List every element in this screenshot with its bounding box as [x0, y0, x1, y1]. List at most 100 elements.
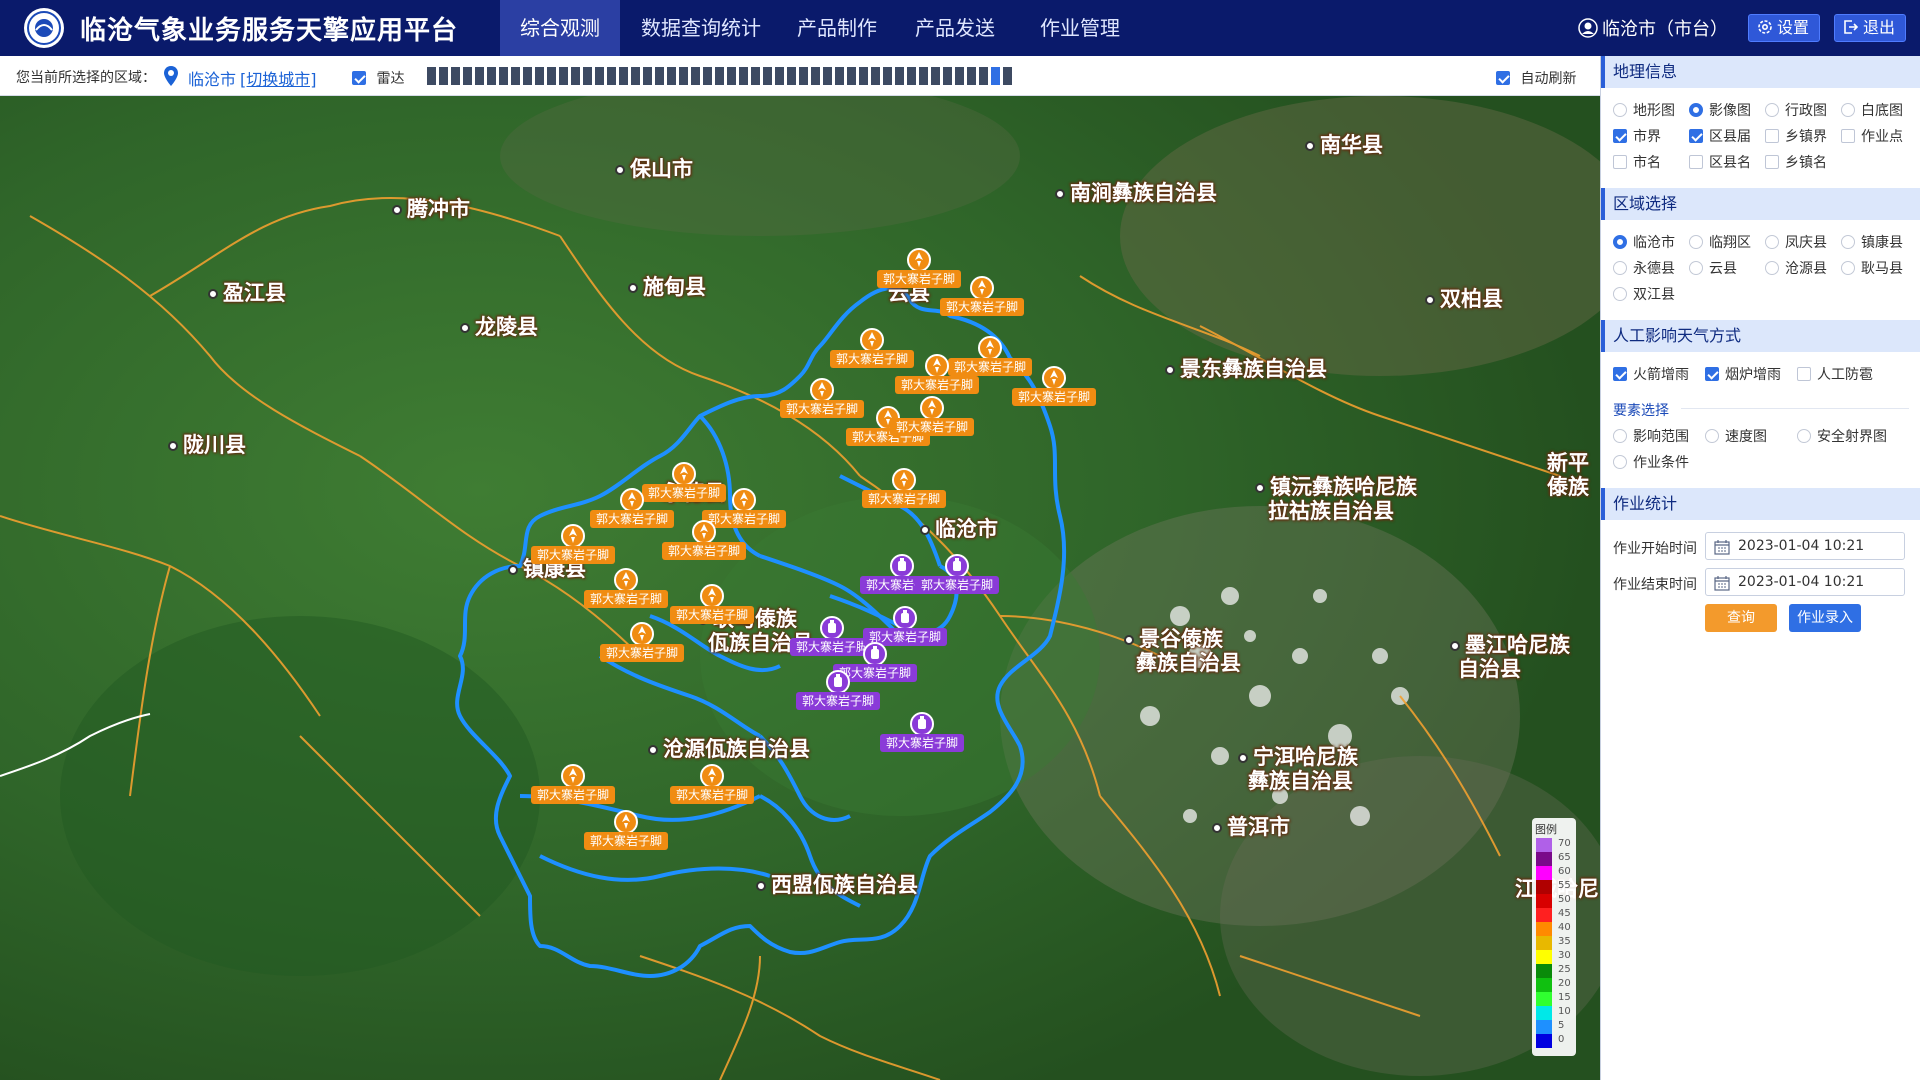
mode-burner-rain-checkbox[interactable] [1705, 367, 1719, 381]
rocket-station-marker[interactable]: 郭大寨岩子脚 [584, 568, 668, 612]
user-account[interactable]: 临沧市（市台） [1578, 15, 1728, 41]
auto-refresh-toggle[interactable]: 自动刷新 [1496, 68, 1576, 88]
timeline-frame[interactable] [907, 67, 916, 85]
timeline-frame[interactable] [979, 67, 988, 85]
timeline-frame[interactable] [739, 67, 748, 85]
timeline-frame[interactable] [523, 67, 532, 85]
timeline-frame[interactable] [967, 67, 976, 85]
rocket-station-marker[interactable]: 郭大寨岩子脚 [670, 764, 754, 808]
burner-station-marker[interactable]: 郭大寨岩子脚 [880, 712, 964, 756]
timeline-frame[interactable] [871, 67, 880, 85]
nav-operation-management[interactable]: 作业管理 [1020, 0, 1140, 56]
overlay-city-boundary-checkbox[interactable] [1613, 129, 1627, 143]
overlay-town-boundary-checkbox[interactable] [1765, 129, 1779, 143]
radar-checkbox[interactable] [352, 71, 366, 85]
rocket-station-marker[interactable]: 郭大寨岩子脚 [531, 764, 615, 808]
overlay-operation-points[interactable]: 作业点 [1841, 126, 1903, 146]
timeline-frame[interactable] [835, 67, 844, 85]
rocket-station-marker[interactable]: 郭大寨岩子脚 [584, 810, 668, 854]
region-option-cangyuan[interactable]: 沧源县 [1765, 258, 1827, 278]
timeline-frame[interactable] [535, 67, 544, 85]
timeline-frame[interactable] [847, 67, 856, 85]
timeline-frame[interactable] [559, 67, 568, 85]
timeline-frame[interactable] [895, 67, 904, 85]
timeline-frame[interactable] [955, 67, 964, 85]
timeline-frame[interactable] [463, 67, 472, 85]
timeline-frame[interactable] [919, 67, 928, 85]
region-option-linxiang-radio[interactable] [1689, 235, 1703, 249]
timeline-frame[interactable] [631, 67, 640, 85]
timeline-frame-current[interactable] [991, 67, 1000, 85]
switch-city-link[interactable]: [切换城市] [240, 66, 317, 90]
logout-button[interactable]: 退出 [1834, 14, 1907, 42]
timeline-frame[interactable] [727, 67, 736, 85]
overlay-town-boundary[interactable]: 乡镇界 [1765, 126, 1827, 146]
timeline-frame[interactable] [703, 67, 712, 85]
region-option-lincang-radio[interactable] [1613, 235, 1627, 249]
element-speed-map-radio[interactable] [1705, 429, 1719, 443]
element-operation-conditions-radio[interactable] [1613, 455, 1627, 469]
rocket-station-marker[interactable]: 郭大寨岩子脚 [662, 520, 746, 564]
timeline-frame[interactable] [583, 67, 592, 85]
element-speed-map[interactable]: 速度图 [1705, 426, 1767, 446]
radar-toggle[interactable]: 雷达 [352, 68, 404, 88]
timeline-frame[interactable] [499, 67, 508, 85]
timeline-frame[interactable] [619, 67, 628, 85]
timeline-frame[interactable] [451, 67, 460, 85]
overlay-town-names-checkbox[interactable] [1765, 155, 1779, 169]
timeline-frame[interactable] [787, 67, 796, 85]
region-option-cangyuan-radio[interactable] [1765, 261, 1779, 275]
mode-rocket-rain[interactable]: 火箭增雨 [1613, 364, 1689, 384]
region-option-linxiang[interactable]: 临翔区 [1689, 232, 1751, 252]
timeline-frame[interactable] [595, 67, 604, 85]
settings-button[interactable]: 设置 [1748, 14, 1821, 42]
region-option-yunxian-radio[interactable] [1689, 261, 1703, 275]
overlay-operation-points-checkbox[interactable] [1841, 129, 1855, 143]
region-option-gengma-radio[interactable] [1841, 261, 1855, 275]
element-safety-range-radio[interactable] [1797, 429, 1811, 443]
rocket-station-marker[interactable]: 郭大寨岩子脚 [890, 396, 974, 440]
region-option-zhenkang-radio[interactable] [1841, 235, 1855, 249]
rocket-station-marker[interactable]: 郭大寨岩子脚 [1012, 366, 1096, 410]
timeline-frame[interactable] [427, 67, 436, 85]
timeline-frame[interactable] [691, 67, 700, 85]
timeline-frame[interactable] [751, 67, 760, 85]
element-impact-range-radio[interactable] [1613, 429, 1627, 443]
timeline-frame[interactable] [547, 67, 556, 85]
timeline-frame[interactable] [1003, 67, 1012, 85]
start-time-input[interactable]: 2023-01-04 10:21 [1705, 532, 1905, 560]
timeline-frame[interactable] [823, 67, 832, 85]
end-time-input[interactable]: 2023-01-04 10:21 [1705, 568, 1905, 596]
element-operation-conditions[interactable]: 作业条件 [1613, 452, 1689, 472]
nav-product-sending[interactable]: 产品发送 [900, 0, 1010, 56]
timeline-frame[interactable] [931, 67, 940, 85]
base-layer-satellite[interactable]: 影像图 [1689, 100, 1751, 120]
element-impact-range[interactable]: 影响范围 [1613, 426, 1689, 446]
timeline-frame[interactable] [439, 67, 448, 85]
nav-integrated-observation[interactable]: 综合观测 [500, 0, 620, 56]
base-layer-terrain[interactable]: 地形图 [1613, 100, 1675, 120]
region-option-fengqing[interactable]: 凤庆县 [1765, 232, 1827, 252]
timeline-frame[interactable] [487, 67, 496, 85]
overlay-city-boundary[interactable]: 市界 [1613, 126, 1661, 146]
timeline-frame[interactable] [883, 67, 892, 85]
element-safety-range[interactable]: 安全射界图 [1797, 426, 1887, 446]
timeline-frame[interactable] [715, 67, 724, 85]
timeline-frame[interactable] [571, 67, 580, 85]
rocket-station-marker[interactable]: 郭大寨岩子脚 [862, 468, 946, 512]
timeline-frame[interactable] [763, 67, 772, 85]
region-option-yongde[interactable]: 永德县 [1613, 258, 1675, 278]
base-layer-terrain-radio[interactable] [1613, 103, 1627, 117]
operation-entry-button[interactable]: 作业录入 [1789, 604, 1861, 632]
timeline-frame[interactable] [811, 67, 820, 85]
auto-refresh-checkbox[interactable] [1496, 71, 1510, 85]
rocket-station-marker[interactable]: 郭大寨岩子脚 [531, 524, 615, 568]
region-option-shuangjiang-radio[interactable] [1613, 287, 1627, 301]
timeline-frame[interactable] [511, 67, 520, 85]
mode-hail-prevention-checkbox[interactable] [1797, 367, 1811, 381]
base-layer-white[interactable]: 白底图 [1841, 100, 1903, 120]
nav-data-query[interactable]: 数据查询统计 [626, 0, 776, 56]
timeline-frame[interactable] [643, 67, 652, 85]
overlay-city-names-checkbox[interactable] [1613, 155, 1627, 169]
timeline-frame[interactable] [607, 67, 616, 85]
